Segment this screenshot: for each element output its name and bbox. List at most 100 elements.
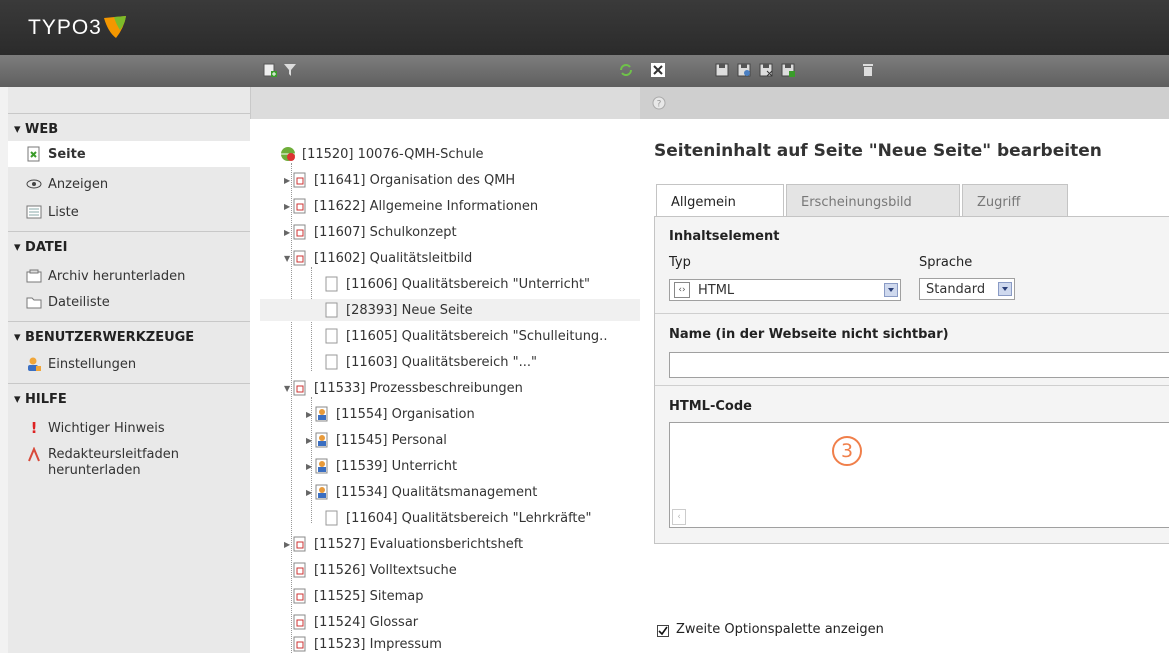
save-view-icon[interactable]	[736, 62, 752, 78]
filter-icon[interactable]	[282, 62, 298, 78]
menu-item-label: Anzeigen	[48, 176, 109, 192]
expand-icon[interactable]: ▶	[306, 462, 314, 471]
tree-node[interactable]: [11524] Glossar	[292, 611, 418, 633]
expand-icon[interactable]: ▶	[284, 176, 292, 185]
menu-item-einstellungen[interactable]: Einstellungen	[8, 351, 250, 377]
expand-icon[interactable]: ▶	[306, 410, 314, 419]
user-page-icon	[315, 458, 328, 474]
sprache-select-value: Standard	[926, 281, 986, 297]
menu-group-hilfe[interactable]: ▾ HILFE	[8, 383, 250, 413]
divider	[655, 385, 1169, 386]
tree-node-label: [11524] Glossar	[314, 614, 419, 630]
typ-select-value: HTML	[698, 282, 735, 298]
expand-icon[interactable]: ▶	[284, 202, 292, 211]
collapse-icon[interactable]: ▼	[284, 254, 292, 263]
chevron-down-icon[interactable]	[998, 282, 1012, 296]
save-new-icon[interactable]	[780, 62, 796, 78]
archive-icon	[26, 269, 42, 283]
new-page-icon[interactable]	[262, 62, 278, 78]
tree-node[interactable]: ▶ [11539] Unterricht	[306, 455, 457, 477]
menu-item-label: Einstellungen	[48, 356, 137, 372]
eye-icon	[26, 179, 42, 189]
menu-item-hinweis[interactable]: ! Wichtiger Hinweis	[8, 415, 250, 441]
expand-icon[interactable]: ▶	[284, 540, 292, 549]
content-area: Seiteninhalt auf Seite "Neue Seite" bear…	[640, 119, 1169, 653]
page-icon	[293, 562, 306, 578]
option-checkbox[interactable]	[657, 625, 669, 637]
sprache-select[interactable]: Standard	[919, 278, 1015, 300]
user-page-icon	[315, 406, 328, 422]
main-toolbar	[0, 55, 1169, 87]
menu-item-dateiliste[interactable]: Dateiliste	[8, 289, 250, 315]
tab-zugriff[interactable]: Zugriff	[962, 184, 1068, 216]
tree-node[interactable]: ▶ [11622] Allgemeine Informationen	[284, 195, 538, 217]
menu-item-archiv[interactable]: Archiv herunterladen	[8, 263, 250, 289]
close-icon[interactable]	[650, 62, 666, 78]
html-code-label: HTML-Code	[669, 399, 752, 414]
typ-label: Typ	[669, 255, 691, 270]
tree-node[interactable]: ▶ [11527] Evaluationsberichtsheft	[284, 533, 523, 555]
page-icon	[325, 302, 338, 318]
tree-node[interactable]: [11526] Volltextsuche	[292, 559, 457, 581]
menu-item-anzeigen[interactable]: Anzeigen	[8, 171, 250, 197]
tree-node[interactable]: [11606] Qualitätsbereich "Unterricht"	[324, 273, 590, 295]
tree-node[interactable]: ▼ [11533] Prozessbeschreibungen	[284, 377, 523, 399]
save-icon[interactable]	[714, 62, 730, 78]
menu-item-liste[interactable]: Liste	[8, 199, 250, 225]
refresh-icon[interactable]	[618, 62, 634, 78]
page-icon	[325, 276, 338, 292]
page-module-icon	[27, 146, 40, 162]
menu-group-benutzerwerkzeuge[interactable]: ▾ BENUTZERWERKZEUGE	[8, 321, 250, 351]
save-close-icon[interactable]	[758, 62, 774, 78]
menu-group-datei[interactable]: ▾ DATEI	[8, 231, 250, 261]
tree-node-selected[interactable]: [28393] Neue Seite	[260, 299, 640, 321]
tree-node-label: [11554] Organisation	[336, 406, 475, 422]
page-title: Seiteninhalt auf Seite "Neue Seite" bear…	[654, 141, 1102, 161]
tree-node-label: [11606] Qualitätsbereich "Unterricht"	[346, 276, 591, 292]
name-input[interactable]	[669, 352, 1169, 378]
tree-node[interactable]: [11523] Impressum	[292, 635, 442, 653]
expand-icon[interactable]: ▶	[306, 436, 314, 445]
chevron-down-icon[interactable]	[884, 283, 898, 297]
user-page-icon	[315, 484, 328, 500]
tree-node-label: [11523] Impressum	[314, 636, 442, 652]
menu-item-redakteursleitfaden[interactable]: Redakteursleitfaden herunterladen	[8, 443, 250, 487]
tree-node[interactable]: ▼ [11602] Qualitätsleitbild	[284, 247, 472, 269]
tree-root[interactable]: [11520] 10076-QMH-Schule	[280, 143, 484, 165]
name-label: Name (in der Webseite nicht sichtbar)	[669, 327, 949, 342]
expand-icon[interactable]: ▶	[284, 228, 292, 237]
menu-item-seite[interactable]: Seite	[8, 141, 250, 167]
tab-allgemein[interactable]: Allgemein	[656, 184, 784, 217]
page-icon	[293, 636, 306, 652]
typ-select[interactable]: ‹› HTML	[669, 279, 901, 301]
tree-node[interactable]: ▶ [11554] Organisation	[306, 403, 475, 425]
tree-node[interactable]: [11604] Qualitätsbereich "Lehrkräfte"	[324, 507, 592, 529]
menu-item-label: Dateiliste	[48, 294, 110, 310]
html-element-icon: ‹›	[674, 282, 690, 298]
tree-node[interactable]: [11605] Qualitätsbereich "Schulleitung..	[324, 325, 607, 347]
tree-node-label: [11527] Evaluationsberichtsheft	[314, 536, 524, 552]
scroll-left-icon[interactable]: ‹	[672, 509, 686, 525]
tree-node[interactable]: ▶ [11607] Schulkonzept	[284, 221, 457, 243]
tree-node[interactable]: ▶ [11534] Qualitätsmanagement	[306, 481, 537, 503]
tree-node[interactable]: [11525] Sitemap	[292, 585, 423, 607]
collapse-icon[interactable]: ▼	[284, 384, 292, 393]
expand-icon[interactable]: ▶	[306, 488, 314, 497]
menu-group-web[interactable]: ▾ WEB	[8, 113, 250, 143]
checkmark-icon	[658, 626, 668, 636]
help-icon[interactable]: ?	[652, 96, 666, 110]
svg-text:?: ?	[657, 100, 662, 110]
menu-item-label: Seite	[48, 146, 86, 162]
html-code-textarea[interactable]: ‹	[669, 422, 1169, 528]
page-icon	[293, 172, 306, 188]
tree-node[interactable]: [11603] Qualitätsbereich "..."	[324, 351, 537, 373]
module-menu: ▾ WEB Seite Anzeigen Liste ▾ DATEI Archi…	[8, 87, 251, 653]
tree-node[interactable]: ▶ [11545] Personal	[306, 429, 447, 451]
tree-node-label: [11534] Qualitätsmanagement	[336, 484, 538, 500]
tab-erscheinungsbild[interactable]: Erscheinungsbild	[786, 184, 960, 216]
page-icon	[293, 614, 306, 630]
tree-node-label: [11520] 10076-QMH-Schule	[302, 146, 484, 162]
tree-node[interactable]: ▶ [11641] Organisation des QMH	[284, 169, 515, 191]
page-icon	[293, 380, 306, 396]
delete-icon[interactable]	[860, 62, 876, 78]
